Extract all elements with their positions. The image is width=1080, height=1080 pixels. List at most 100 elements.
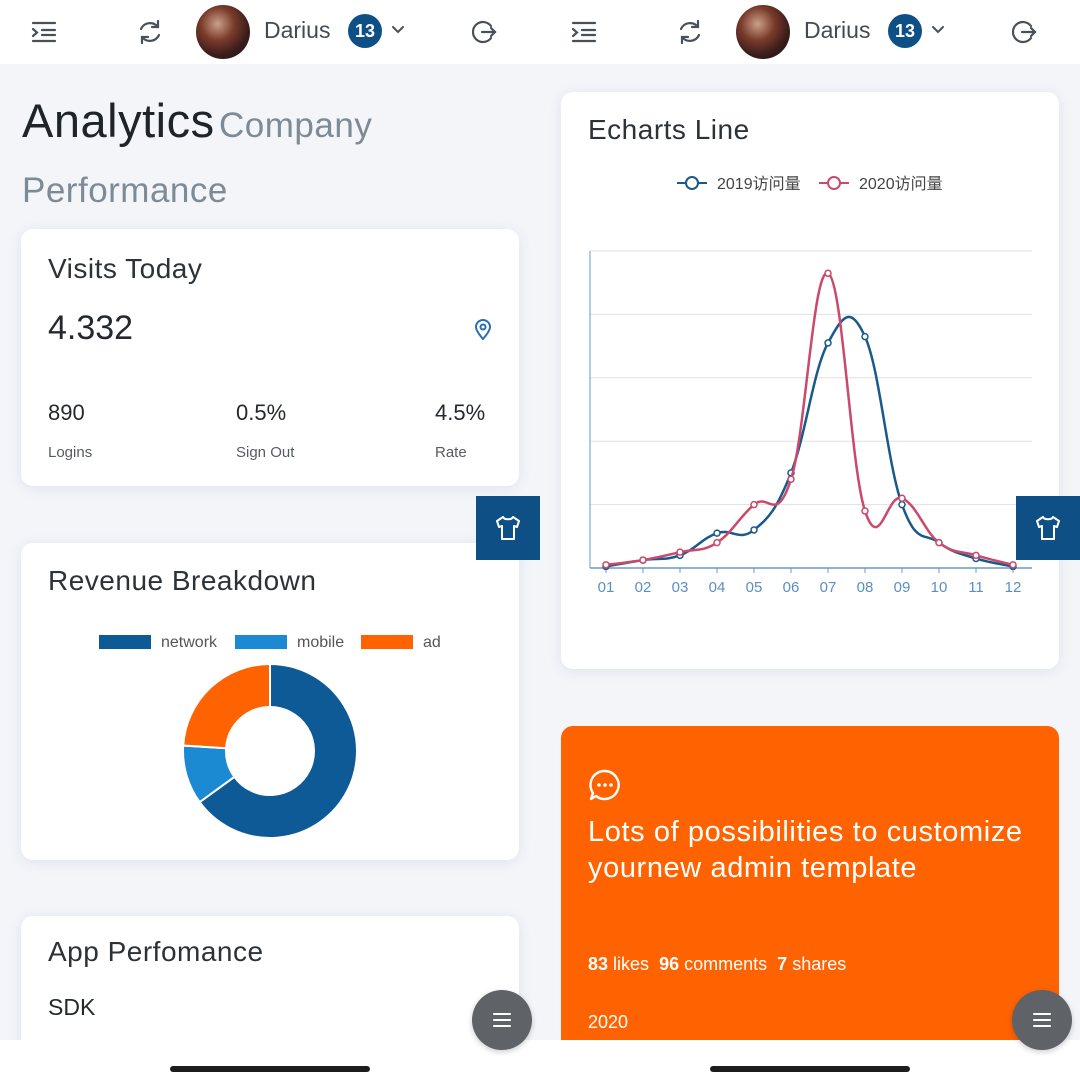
home-indicator-bar: [540, 1040, 1080, 1080]
comments-count: 96: [659, 954, 680, 974]
legend-swatch-ad[interactable]: [361, 635, 413, 649]
chevron-down-icon[interactable]: [930, 22, 946, 43]
x-tick-label: 01: [598, 579, 615, 596]
likes-count: 83: [588, 954, 609, 974]
shares-count: 7: [777, 954, 788, 974]
theme-shirt-button[interactable]: [1016, 496, 1080, 560]
data-point[interactable]: [935, 538, 943, 547]
data-point[interactable]: [861, 332, 869, 341]
x-tick-label: 09: [894, 579, 911, 596]
data-point[interactable]: [713, 529, 721, 537]
series-line-2020访问量[interactable]: [605, 271, 1014, 567]
visits-card: Visits Today 4.332 890 Logins 0.5% Sign …: [21, 229, 519, 486]
data-point[interactable]: [750, 526, 758, 534]
legend-marker-2019访问量[interactable]: [685, 176, 699, 190]
chat-bubble-icon: [588, 768, 622, 807]
line-chart-card: Echarts Line 2019访问量 2020访问量 01 02 03 04 05 06 0…: [561, 92, 1059, 669]
promo-card: Lots of possibilities to customize yourn…: [561, 726, 1059, 1080]
x-tick-label: 03: [672, 579, 689, 596]
likes-label: likes: [613, 954, 650, 974]
x-tick-label: 07: [820, 579, 837, 596]
menu-fab[interactable]: [1012, 990, 1072, 1050]
x-tick-label: 11: [968, 579, 984, 596]
x-tick-label: 08: [857, 579, 874, 596]
app-subtitle: SDK: [48, 994, 96, 1020]
stat-label: Logins: [48, 444, 93, 461]
legend-label-2020访问量[interactable]: 2020访问量: [859, 175, 943, 193]
visits-value: 4.332: [48, 309, 134, 347]
top-header: Darius 13: [540, 0, 1080, 64]
x-tick-label: 05: [746, 579, 763, 596]
data-point[interactable]: [898, 494, 906, 503]
menu-icon: [493, 1013, 511, 1027]
stat-value: 0.5%: [236, 400, 287, 425]
data-point[interactable]: [898, 500, 906, 509]
line-chart: 2019访问量 2020访问量 01 02 03 04 05 06 07 08 09 10 11 12: [589, 175, 1032, 596]
right-screen: Darius 13 Echarts Line 2019访问量 2020访问量 01 0…: [540, 0, 1080, 1080]
home-indicator[interactable]: [710, 1066, 910, 1072]
notification-badge[interactable]: 13: [888, 14, 922, 48]
data-point[interactable]: [713, 538, 721, 547]
promo-year: 2020: [588, 1012, 629, 1032]
revenue-card: Revenue Breakdown network mobile ad: [21, 543, 519, 860]
data-point[interactable]: [676, 548, 684, 556]
data-point[interactable]: [861, 507, 869, 515]
home-indicator[interactable]: [170, 1066, 370, 1072]
title-sub-2: Performance: [22, 171, 228, 210]
x-tick-label: 10: [931, 579, 948, 596]
legend-swatch-network[interactable]: [99, 635, 151, 649]
user-name[interactable]: Darius: [804, 17, 870, 44]
avatar[interactable]: [736, 5, 790, 59]
menu-indent-icon[interactable]: [26, 14, 62, 50]
data-point[interactable]: [639, 556, 647, 564]
shares-label: shares: [792, 954, 847, 974]
stat-label: Sign Out: [236, 444, 295, 461]
logout-icon[interactable]: [1006, 14, 1042, 50]
promo-text: Lots of possibilities to customize yourn…: [588, 816, 1023, 884]
legend-label-network[interactable]: network: [161, 634, 218, 651]
card-title: Revenue Breakdown: [48, 565, 317, 596]
data-point[interactable]: [750, 500, 758, 509]
chevron-down-icon[interactable]: [390, 22, 406, 43]
logout-icon[interactable]: [466, 14, 502, 50]
refresh-icon[interactable]: [132, 14, 168, 50]
stat-value: 4.5%: [435, 400, 486, 425]
data-point[interactable]: [824, 269, 832, 277]
stat-value: 890: [48, 400, 85, 425]
legend-label-mobile[interactable]: mobile: [297, 634, 344, 651]
data-point[interactable]: [824, 339, 832, 347]
shirt-icon: [496, 516, 520, 540]
data-point[interactable]: [602, 561, 610, 569]
legend-marker-2020访问量[interactable]: [827, 176, 841, 190]
location-pin-icon: [473, 319, 493, 346]
menu-fab[interactable]: [472, 990, 532, 1050]
card-title: App Perfomance: [48, 936, 264, 967]
title-main: Analytics: [22, 94, 215, 147]
comments-label: comments: [684, 954, 768, 974]
menu-indent-icon[interactable]: [566, 14, 602, 50]
home-indicator-bar: [0, 1040, 540, 1080]
card-title: Visits Today: [48, 253, 203, 284]
shirt-icon: [1036, 516, 1060, 540]
theme-shirt-button[interactable]: [476, 496, 540, 560]
user-name[interactable]: Darius: [264, 17, 330, 44]
legend-label-ad[interactable]: ad: [423, 634, 441, 651]
stat-label: Rate: [435, 444, 467, 461]
data-point[interactable]: [1009, 561, 1017, 569]
x-tick-label: 06: [783, 579, 800, 596]
top-header: Darius 13: [0, 0, 540, 64]
notification-badge[interactable]: 13: [348, 14, 382, 48]
title-sub: Company: [219, 106, 373, 145]
avatar[interactable]: [196, 5, 250, 59]
legend-swatch-mobile[interactable]: [235, 635, 287, 649]
left-screen: Darius 13 Analytics Company Performance …: [0, 0, 540, 1080]
menu-icon: [1033, 1013, 1051, 1027]
pie-slice-ad[interactable]: [182, 662, 271, 750]
x-tick-label: 02: [635, 579, 652, 596]
data-point[interactable]: [787, 475, 795, 483]
x-tick-label: 12: [1005, 579, 1022, 596]
legend-label-2019访问量[interactable]: 2019访问量: [717, 175, 801, 193]
data-point[interactable]: [972, 551, 980, 560]
refresh-icon[interactable]: [672, 14, 708, 50]
page-title: Analytics Company Performance: [22, 92, 502, 227]
